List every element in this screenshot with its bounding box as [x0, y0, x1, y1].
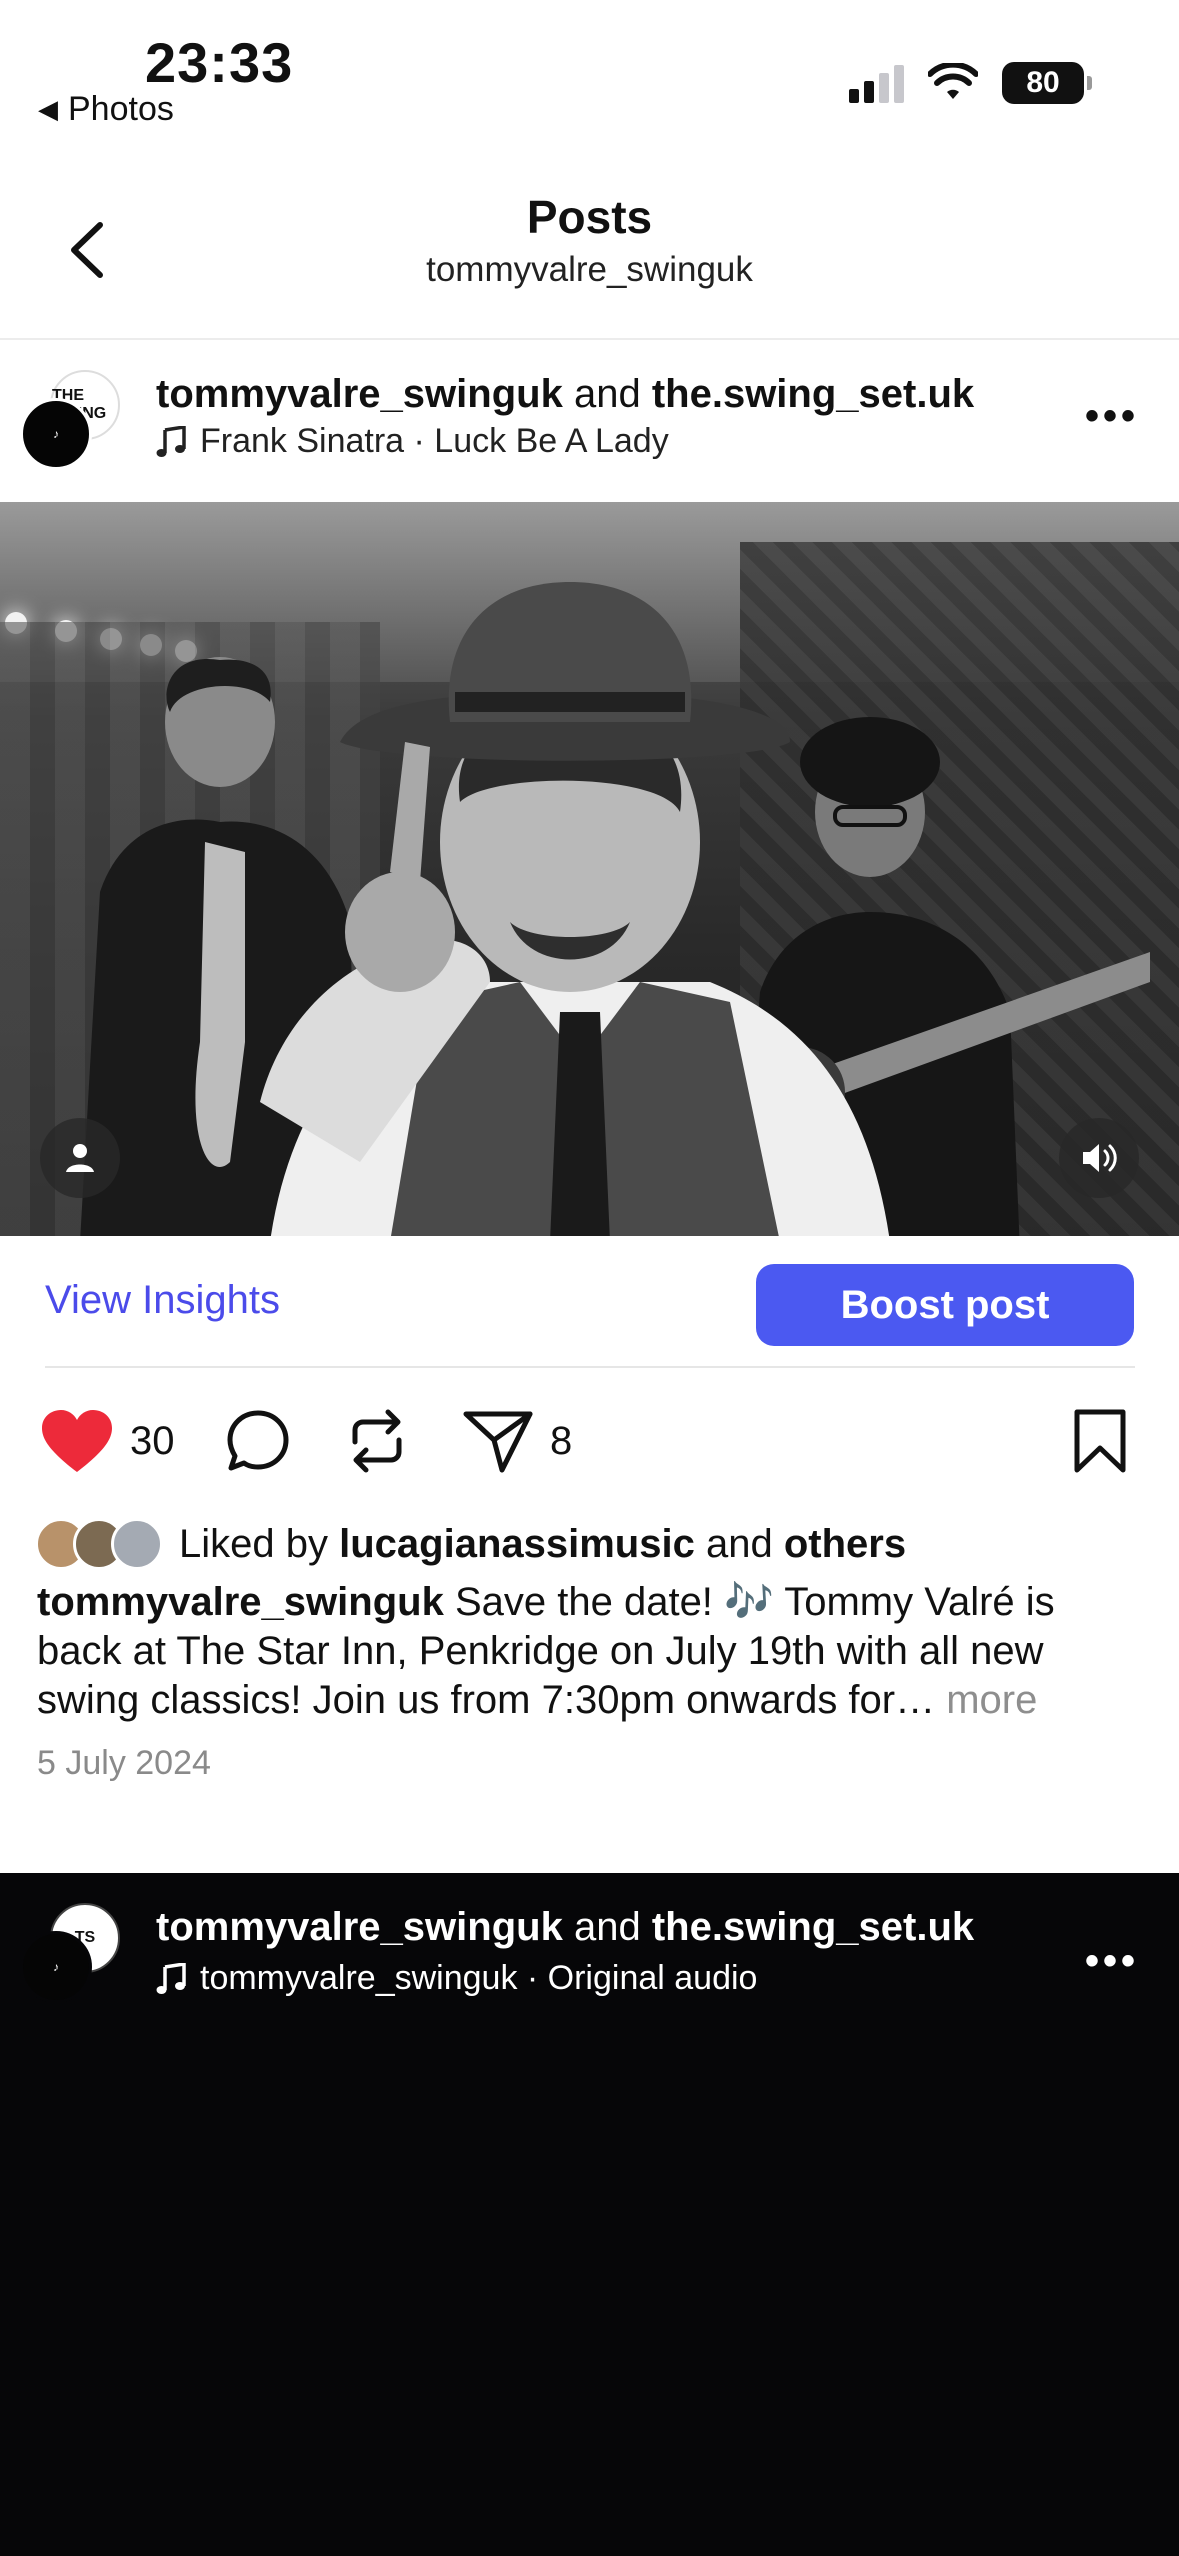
wifi-icon [928, 63, 978, 99]
like-action[interactable]: 30 [40, 1400, 175, 1482]
liker-avatars [35, 1516, 175, 1572]
comment-icon[interactable] [225, 1408, 291, 1474]
sound-toggle-button[interactable] [1059, 1118, 1139, 1198]
send-icon[interactable] [462, 1408, 534, 1474]
tagged-people-button[interactable] [40, 1118, 120, 1198]
divider [45, 1366, 1135, 1368]
collab-avatars[interactable]: THE SWING ♪ [20, 370, 120, 470]
battery-icon: 80 [1002, 62, 1092, 104]
author-name[interactable]: tommyvalre_swinguk [156, 1905, 563, 1949]
audio-label: tommyvalre_swinguk · Original audio [200, 1959, 758, 1997]
liked-by-user[interactable]: lucagianassimusic [339, 1522, 695, 1567]
back-triangle-icon: ◀ [38, 94, 58, 124]
liked-by-row[interactable]: Liked by lucagianassimusic and others [35, 1514, 906, 1574]
caption-username[interactable]: tommyvalre_swinguk [37, 1580, 444, 1624]
comment-action[interactable] [225, 1400, 291, 1482]
post-header: TS ♪ tommyvalre_swinguk and the.swing_se… [0, 1873, 1179, 2033]
post-date: 5 July 2024 [37, 1744, 211, 1782]
post-authors[interactable]: tommyvalre_swinguk and the.swing_set.uk [156, 1905, 974, 1950]
save-action[interactable] [1072, 1400, 1128, 1482]
post-caption: tommyvalre_swinguk Save the date! 🎶 Tomm… [37, 1578, 1147, 1725]
more-options-icon[interactable]: ••• [1085, 394, 1139, 439]
author-joiner: and [573, 1905, 641, 1949]
author-joiner: and [573, 372, 641, 416]
repost-action[interactable] [345, 1400, 409, 1482]
audio-label: Frank Sinatra · Luck Be A Lady [200, 422, 669, 460]
collaborator-name[interactable]: the.swing_set.uk [652, 372, 974, 416]
heart-icon[interactable] [40, 1408, 114, 1474]
post-video[interactable] [0, 502, 1179, 1236]
boost-post-button[interactable]: Boost post [756, 1264, 1134, 1346]
next-post: TS ♪ tommyvalre_swinguk and the.swing_se… [0, 1873, 1179, 2556]
singer-figure [260, 582, 890, 1236]
status-icons: 80 [849, 62, 1092, 104]
back-to-app-link[interactable]: ◀ Photos [38, 90, 174, 129]
speaker-icon [1083, 1144, 1117, 1172]
view-insights-link[interactable]: View Insights [45, 1278, 280, 1323]
repost-icon[interactable] [345, 1408, 409, 1474]
audio-track[interactable]: Frank Sinatra · Luck Be A Lady [156, 422, 669, 461]
avatar: ♪ [20, 398, 92, 470]
post-header: THE SWING ♪ tommyvalre_swinguk and the.s… [0, 342, 1179, 502]
status-time: 23:33 [145, 31, 294, 94]
page-subtitle: tommyvalre_swinguk [426, 250, 753, 289]
share-count[interactable]: 8 [550, 1419, 572, 1464]
share-action[interactable]: 8 [462, 1400, 572, 1482]
liked-by-joiner: and [705, 1521, 773, 1566]
cellular-signal-icon [849, 63, 904, 103]
status-bar: 23:33 ◀ Photos 80 [0, 0, 1179, 140]
music-note-icon [156, 1962, 186, 1994]
collaborator-name[interactable]: the.swing_set.uk [652, 1905, 974, 1949]
collab-avatars[interactable]: TS ♪ [20, 1903, 120, 2003]
insights-row: View Insights Boost post [0, 1236, 1179, 1368]
caption-more-link[interactable]: more [946, 1678, 1037, 1722]
avatar [111, 1518, 163, 1570]
page-title: Posts [526, 191, 653, 243]
back-app-label: Photos [68, 90, 174, 128]
person-icon [66, 1144, 94, 1172]
like-count[interactable]: 30 [130, 1419, 175, 1464]
liked-by-others[interactable]: others [784, 1522, 906, 1567]
avatar: ♪ [20, 1931, 92, 2003]
post-actions: 30 8 [0, 1400, 1179, 1482]
post-authors[interactable]: tommyvalre_swinguk and the.swing_set.uk [156, 372, 974, 417]
bookmark-icon[interactable] [1072, 1408, 1128, 1474]
more-options-icon[interactable]: ••• [1085, 1939, 1139, 1984]
author-name[interactable]: tommyvalre_swinguk [156, 372, 563, 416]
page-header: Posts tommyvalre_swinguk [0, 170, 1179, 340]
audio-track[interactable]: tommyvalre_swinguk · Original audio [156, 1959, 757, 1998]
liked-by-prefix: Liked by [179, 1521, 328, 1566]
music-note-icon [156, 425, 186, 457]
